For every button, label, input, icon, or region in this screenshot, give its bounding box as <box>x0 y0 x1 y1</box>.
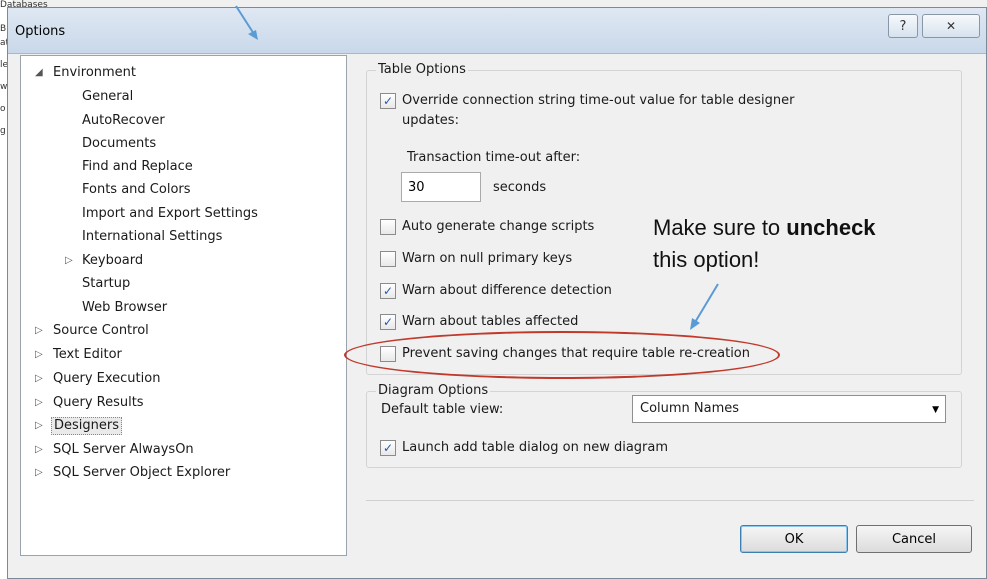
annotation-arrow <box>693 283 719 325</box>
annotation-arrows <box>235 5 719 330</box>
title-pointer-arrow <box>235 5 255 35</box>
title-pointer-arrowhead <box>248 30 258 40</box>
annotation-arrowhead <box>690 318 700 330</box>
